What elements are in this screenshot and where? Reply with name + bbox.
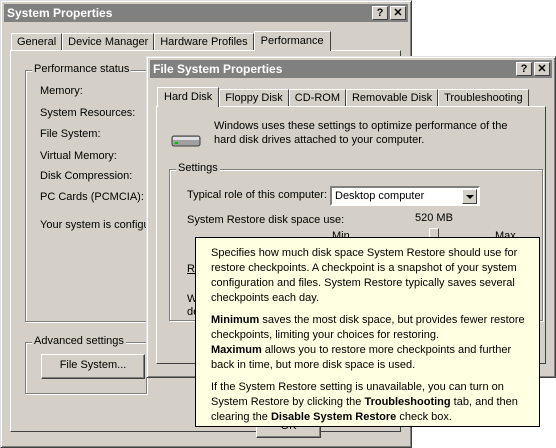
typical-role-label: Typical role of this computer: [187,189,328,201]
tooltip-paragraph-1: Specifies how much disk space System Res… [211,247,518,304]
pc-cards-label: PC Cards (PCMCIA): [40,191,144,203]
advanced-settings-label: Advanced settings [32,335,126,347]
file-system-button-label: File System... [59,359,127,371]
help-tooltip: Specifies how much disk space System Res… [195,237,540,427]
tab-device-manager[interactable]: Device Manager [62,33,155,51]
tab-removable-disk[interactable]: Removable Disk [345,89,439,107]
tooltip-minimum-term: Minimum [211,314,260,326]
typical-role-value: Desktop computer [335,190,425,202]
tab-general[interactable]: General [11,33,63,51]
typical-role-select[interactable]: Desktop computer [330,186,480,206]
help-icon[interactable]: ? [372,6,388,20]
restore-space-value: 520 MB [415,212,453,224]
window-title: System Properties [7,6,113,20]
system-properties-tabs: General Device Manager Hardware Profiles… [11,31,331,51]
virtual-memory-label: Virtual Memory: [40,150,117,162]
intro-text: Windows uses these settings to optimize … [214,120,508,146]
file-system-tabs: Hard Disk Floppy Disk CD-ROM Removable D… [157,87,529,107]
system-config-text: Your system is configu [40,219,150,231]
system-resources-label: System Resources: [40,107,136,119]
restore-space-label: System Restore disk space use: [187,214,345,226]
tab-hard-disk[interactable]: Hard Disk [157,87,220,107]
tooltip-disable-term: Disable System Restore [270,411,397,423]
tab-hardware-profiles[interactable]: Hardware Profiles [154,33,254,51]
disk-compression-label: Disk Compression: [40,170,133,182]
file-system-label: File System: [40,128,101,140]
tab-performance[interactable]: Performance [253,31,331,51]
file-system-button[interactable]: File System... [41,354,145,379]
partial-label-r: R [187,263,195,275]
file-system-properties-titlebar[interactable]: File System Properties ? ✕ [150,60,552,78]
tooltip-troubleshooting-term: Troubleshooting [364,396,451,408]
hard-disk-icon [171,135,201,147]
tooltip-maximum-term: Maximum [211,344,262,356]
help-icon[interactable]: ? [516,62,532,76]
close-icon[interactable]: ✕ [534,62,550,76]
tab-troubleshooting[interactable]: Troubleshooting [438,89,529,107]
tab-cd-rom[interactable]: CD-ROM [288,89,346,107]
tab-floppy-disk[interactable]: Floppy Disk [219,89,289,107]
memory-label: Memory: [40,85,83,97]
system-properties-titlebar[interactable]: System Properties ? ✕ [4,4,408,22]
close-icon[interactable]: ✕ [390,6,406,20]
performance-status-label: Performance status [32,63,132,75]
tooltip-paragraph-2: Minimum saves the most disk space, but p… [211,314,525,371]
settings-label: Settings [176,162,220,174]
tooltip-paragraph-3: If the System Restore setting is unavail… [211,381,518,423]
dialog-title: File System Properties [153,62,283,76]
chevron-down-icon[interactable] [462,189,477,204]
